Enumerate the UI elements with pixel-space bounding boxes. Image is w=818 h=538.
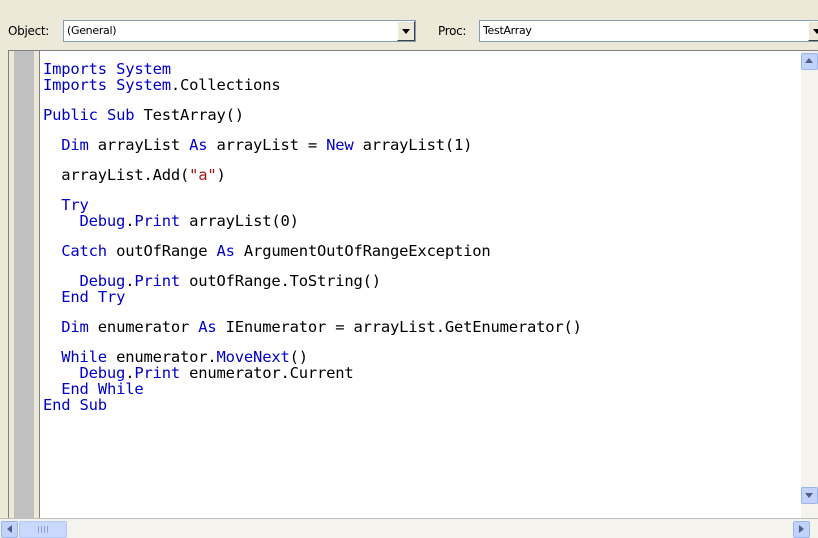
code-blank-line[interactable]: [43, 153, 794, 167]
code-token: enumerator: [88, 318, 199, 336]
code-token: arrayList: [88, 136, 190, 154]
horizontal-scrollbar[interactable]: [0, 518, 818, 538]
code-line[interactable]: Public Sub TestArray(): [43, 107, 794, 123]
proc-label: Proc:: [438, 24, 467, 38]
code-token: outOfRange: [106, 242, 217, 260]
code-keyword: Sub: [79, 396, 108, 414]
code-line[interactable]: Try: [43, 197, 794, 213]
code-line[interactable]: Debug.Print enumerator.Current: [43, 365, 794, 381]
code-keyword: Imports: [43, 76, 107, 94]
code-token: arrayList(0): [180, 212, 299, 230]
code-line[interactable]: Catch outOfRange As ArgumentOutOfRangeEx…: [43, 243, 794, 259]
code-line[interactable]: Imports System.Collections: [43, 77, 794, 93]
code-keyword: Dim: [61, 136, 89, 154]
scroll-down-arrow-icon[interactable]: [801, 487, 818, 504]
code-token: ): [216, 166, 226, 184]
code-keyword: End: [43, 396, 71, 414]
code-token: .Collections: [170, 76, 281, 94]
object-dropdown-value: (General): [67, 24, 117, 37]
code-string: "a": [189, 166, 217, 184]
chevron-down-icon[interactable]: [397, 21, 415, 41]
code-line[interactable]: Debug.Print outOfRange.ToString(): [43, 273, 794, 289]
code-line[interactable]: Dim enumerator As IEnumerator = arrayLis…: [43, 319, 794, 335]
code-text-area[interactable]: Imports System Imports System.Collections…: [43, 61, 794, 413]
code-blank-line[interactable]: [43, 93, 794, 107]
code-token: TestArray(): [134, 106, 244, 124]
scroll-right-arrow-icon[interactable]: [793, 521, 810, 538]
editor-toolbar: Object: (General) Proc: TestArray: [0, 0, 818, 50]
code-blank-line[interactable]: [43, 123, 794, 137]
object-label: Object:: [8, 24, 50, 38]
code-line[interactable]: Dim arrayList As arrayList = New arrayLi…: [43, 137, 794, 153]
scroll-left-arrow-icon[interactable]: [1, 521, 18, 538]
code-keyword: Try: [97, 288, 126, 306]
proc-dropdown-value: TestArray: [483, 24, 532, 37]
code-token: .: [125, 212, 135, 230]
code-keyword: Dim: [61, 318, 89, 336]
code-token: arrayList(1): [353, 136, 473, 154]
code-blank-line[interactable]: [43, 229, 794, 243]
chevron-down-icon[interactable]: [808, 21, 818, 41]
code-keyword: Print: [134, 212, 181, 230]
code-token: ArgumentOutOfRangeException: [234, 242, 491, 260]
code-keyword: Public: [43, 106, 98, 124]
code-keyword: As: [216, 242, 235, 260]
code-token: enumerator.Current: [180, 364, 354, 382]
code-blank-line[interactable]: [43, 183, 794, 197]
code-line[interactable]: Debug.Print arrayList(0): [43, 213, 794, 229]
margin-indicator-bar[interactable]: [9, 51, 40, 521]
code-keyword: As: [198, 318, 217, 336]
horizontal-scroll-thumb[interactable]: [19, 521, 67, 538]
code-line[interactable]: End While: [43, 381, 794, 397]
code-blank-line[interactable]: [43, 305, 794, 319]
code-line[interactable]: arrayList.Add("a"): [43, 167, 794, 183]
object-dropdown[interactable]: (General): [63, 20, 416, 42]
code-blank-line[interactable]: [43, 335, 794, 349]
code-token: arrayList.Add(: [61, 166, 190, 184]
code-keyword: Catch: [61, 242, 107, 260]
code-token: .: [125, 272, 135, 290]
code-line[interactable]: While enumerator.MoveNext(): [43, 349, 794, 365]
code-blank-line[interactable]: [43, 259, 794, 273]
code-keyword: Debug: [79, 212, 126, 230]
code-keyword: As: [189, 136, 208, 154]
code-line[interactable]: End Try: [43, 289, 794, 305]
code-token: IEnumerator = arrayList.GetEnumerator(): [216, 318, 582, 336]
code-keyword: Sub: [106, 106, 135, 124]
code-keyword: System: [116, 76, 171, 94]
code-keyword: Print: [134, 272, 181, 290]
code-token: arrayList =: [207, 136, 327, 154]
code-keyword: End: [61, 288, 89, 306]
code-token: outOfRange.ToString(): [180, 272, 381, 290]
code-keyword: New: [326, 136, 354, 154]
code-line[interactable]: Imports System: [43, 61, 794, 77]
code-line[interactable]: End Sub: [43, 397, 794, 413]
code-editor[interactable]: Imports System Imports System.Collections…: [8, 50, 818, 521]
vertical-scrollbar[interactable]: [801, 51, 818, 521]
proc-dropdown[interactable]: TestArray: [479, 20, 818, 42]
scroll-up-arrow-icon[interactable]: [801, 53, 818, 70]
